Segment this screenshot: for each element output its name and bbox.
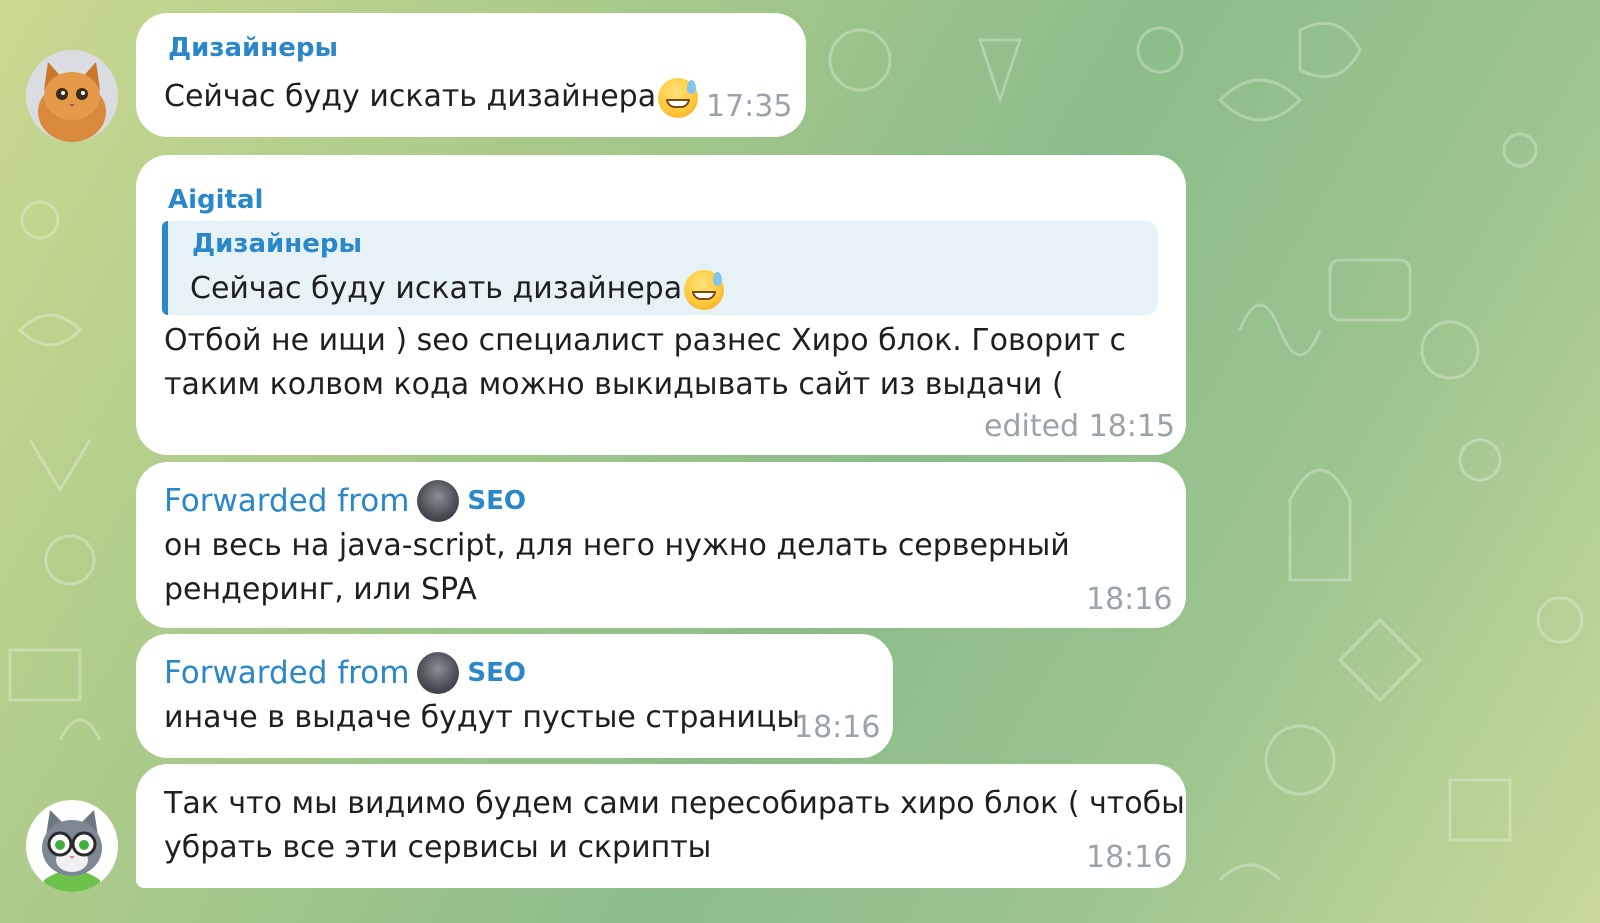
forwarded-header[interactable]: Forwarded from SEO bbox=[164, 480, 526, 522]
forwarded-avatar bbox=[417, 480, 460, 522]
message-text-line: рендеринг, или SPA bbox=[164, 572, 477, 607]
sender-name[interactable]: Дизайнеры bbox=[168, 33, 338, 63]
reply-text-content: Сейчас буду искать дизайнера bbox=[190, 271, 683, 306]
sweat-smile-emoji-icon bbox=[658, 77, 699, 118]
cat-with-glasses-avatar[interactable] bbox=[26, 800, 118, 892]
message-time: 17:35 bbox=[706, 89, 793, 124]
message-text-line: таким колвом кода можно выкидывать сайт … bbox=[164, 367, 1064, 402]
sender-name[interactable]: Aigital bbox=[168, 185, 263, 215]
forwarded-label: Forwarded from bbox=[164, 655, 410, 691]
message-time: 18:16 bbox=[1086, 840, 1173, 875]
reply-text: Сейчас буду искать дизайнера bbox=[190, 267, 725, 311]
message-text: Сейчас буду искать дизайнера bbox=[164, 75, 699, 119]
sweat-smile-emoji-icon bbox=[684, 269, 725, 310]
message-text-line: убрать все эти сервисы и скрипты bbox=[164, 830, 712, 865]
message-text-content: Сейчас буду искать дизайнера bbox=[164, 79, 657, 114]
forwarded-avatar bbox=[417, 652, 460, 694]
message-time: 18:16 bbox=[794, 710, 881, 745]
message-bubble[interactable]: Forwarded from SEO он весь на java-scrip… bbox=[136, 462, 1186, 628]
forwarded-name[interactable]: SEO bbox=[467, 486, 526, 516]
message-time: edited 18:15 bbox=[984, 409, 1176, 444]
message-text: иначе в выдаче будут пустые страницы bbox=[164, 700, 801, 735]
kitten-avatar[interactable] bbox=[26, 50, 118, 142]
message-bubble[interactable]: Так что мы видимо будем сами пересобират… bbox=[136, 764, 1186, 888]
forwarded-header[interactable]: Forwarded from SEO bbox=[164, 652, 526, 694]
message-text-line: Отбой не ищи ) seo специалист разнес Хир… bbox=[164, 323, 1127, 358]
forwarded-name[interactable]: SEO bbox=[467, 658, 526, 688]
message-text-line: он весь на java-script, для него нужно д… bbox=[164, 528, 1070, 563]
message-bubble[interactable]: Forwarded from SEO иначе в выдаче будут … bbox=[136, 634, 893, 758]
message-time: 18:16 bbox=[1086, 582, 1173, 617]
forwarded-label: Forwarded from bbox=[164, 483, 410, 519]
message-bubble[interactable]: Дизайнеры Сейчас буду искать дизайнера 1… bbox=[136, 13, 806, 137]
reply-sender-name: Дизайнеры bbox=[192, 229, 362, 259]
message-bubble[interactable]: Aigital Дизайнеры Сейчас буду искать диз… bbox=[136, 155, 1186, 455]
reply-quote[interactable]: Дизайнеры Сейчас буду искать дизайнера bbox=[162, 221, 1158, 315]
message-text-line: Так что мы видимо будем сами пересобират… bbox=[164, 786, 1185, 821]
